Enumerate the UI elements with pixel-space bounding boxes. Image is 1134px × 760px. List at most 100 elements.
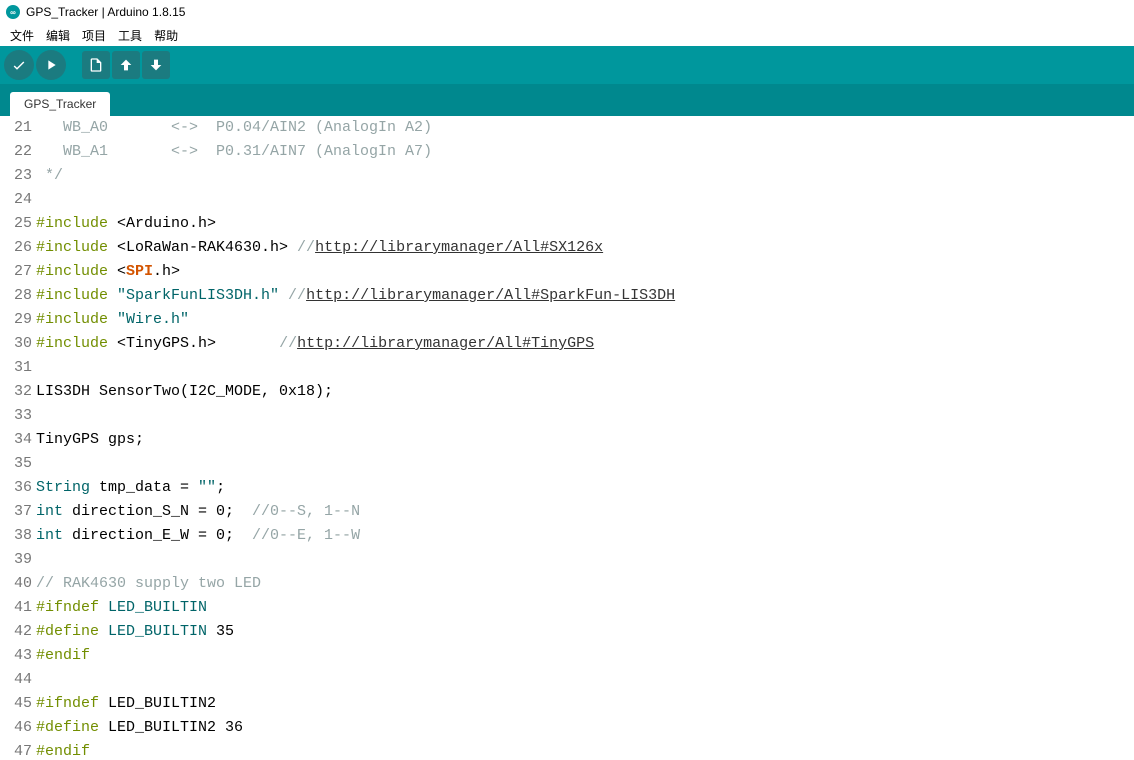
code-text: LIS3DH SensorTwo(I2C_MODE, 0x18); <box>34 380 333 404</box>
code-text: #endif <box>34 644 90 668</box>
code-text <box>34 668 36 692</box>
code-line: 45#ifndef LED_BUILTIN2 <box>0 692 1134 716</box>
code-line: 39 <box>0 548 1134 572</box>
code-text: #define LED_BUILTIN 35 <box>34 620 234 644</box>
line-number: 25 <box>0 212 34 236</box>
code-line: 33 <box>0 404 1134 428</box>
line-number: 39 <box>0 548 34 572</box>
code-line: 38int direction_E_W = 0; //0--E, 1--W <box>0 524 1134 548</box>
line-number: 34 <box>0 428 34 452</box>
menu-file[interactable]: 文件 <box>4 26 40 44</box>
line-number: 30 <box>0 332 34 356</box>
arrow-down-icon <box>148 57 164 73</box>
tab-sketch[interactable]: GPS_Tracker <box>10 92 110 116</box>
code-text <box>34 356 36 380</box>
line-number: 44 <box>0 668 34 692</box>
code-line: 30#include <TinyGPS.h> //http://librarym… <box>0 332 1134 356</box>
code-editor[interactable]: 21 WB_A0 <-> P0.04/AIN2 (AnalogIn A2) 22… <box>0 116 1134 760</box>
line-number: 36 <box>0 476 34 500</box>
code-text: String tmp_data = ""; <box>34 476 225 500</box>
code-line: 22 WB_A1 <-> P0.31/AIN7 (AnalogIn A7) <box>0 140 1134 164</box>
file-icon <box>88 57 104 73</box>
code-text: */ <box>34 164 63 188</box>
code-line: 34TinyGPS gps; <box>0 428 1134 452</box>
line-number: 22 <box>0 140 34 164</box>
line-number: 38 <box>0 524 34 548</box>
line-number: 32 <box>0 380 34 404</box>
line-number: 47 <box>0 740 34 760</box>
code-text: #include <TinyGPS.h> //http://libraryman… <box>34 332 594 356</box>
tabbar: GPS_Tracker <box>0 84 1134 116</box>
code-line: 29#include "Wire.h" <box>0 308 1134 332</box>
save-button[interactable] <box>142 51 170 79</box>
code-line: 26#include <LoRaWan-RAK4630.h> //http://… <box>0 236 1134 260</box>
code-line: 42#define LED_BUILTIN 35 <box>0 620 1134 644</box>
line-number: 33 <box>0 404 34 428</box>
line-number: 26 <box>0 236 34 260</box>
arduino-logo-icon: ∞ <box>6 5 20 19</box>
code-text: #endif <box>34 740 90 760</box>
code-text: #ifndef LED_BUILTIN <box>34 596 207 620</box>
url-link[interactable]: http://librarymanager/All#SX126x <box>315 239 603 256</box>
toolbar <box>0 46 1134 84</box>
code-line: 27#include <SPI.h> <box>0 260 1134 284</box>
line-number: 24 <box>0 188 34 212</box>
line-number: 29 <box>0 308 34 332</box>
code-text <box>34 404 36 428</box>
code-line: 24 <box>0 188 1134 212</box>
menu-project[interactable]: 项目 <box>76 26 112 44</box>
code-line: 46#define LED_BUILTIN2 36 <box>0 716 1134 740</box>
window-title: GPS_Tracker | Arduino 1.8.15 <box>26 5 185 19</box>
line-number: 42 <box>0 620 34 644</box>
arrow-right-icon <box>43 57 59 73</box>
code-text: #include <Arduino.h> <box>34 212 216 236</box>
code-text: int direction_S_N = 0; //0--S, 1--N <box>34 500 360 524</box>
check-icon <box>11 57 27 73</box>
code-line: 25#include <Arduino.h> <box>0 212 1134 236</box>
code-line: 47#endif <box>0 740 1134 760</box>
code-line: 32LIS3DH SensorTwo(I2C_MODE, 0x18); <box>0 380 1134 404</box>
code-text: TinyGPS gps; <box>34 428 144 452</box>
line-number: 37 <box>0 500 34 524</box>
url-link[interactable]: http://librarymanager/All#SparkFun-LIS3D… <box>306 287 675 304</box>
verify-button[interactable] <box>4 50 34 80</box>
code-line: 36String tmp_data = ""; <box>0 476 1134 500</box>
menubar: 文件 编辑 项目 工具 帮助 <box>0 24 1134 46</box>
line-number: 43 <box>0 644 34 668</box>
code-line: 35 <box>0 452 1134 476</box>
line-number: 40 <box>0 572 34 596</box>
line-number: 27 <box>0 260 34 284</box>
line-number: 21 <box>0 116 34 140</box>
titlebar: ∞ GPS_Tracker | Arduino 1.8.15 <box>0 0 1134 24</box>
arrow-up-icon <box>118 57 134 73</box>
code-line: 37int direction_S_N = 0; //0--S, 1--N <box>0 500 1134 524</box>
code-text <box>34 452 36 476</box>
code-text: WB_A0 <-> P0.04/AIN2 (AnalogIn A2) <box>34 116 432 140</box>
line-number: 28 <box>0 284 34 308</box>
code-line: 31 <box>0 356 1134 380</box>
line-number: 35 <box>0 452 34 476</box>
line-number: 41 <box>0 596 34 620</box>
code-line: 28#include "SparkFunLIS3DH.h" //http://l… <box>0 284 1134 308</box>
open-button[interactable] <box>112 51 140 79</box>
line-number: 23 <box>0 164 34 188</box>
code-text: #include <SPI.h> <box>34 260 180 284</box>
code-line: 23 */ <box>0 164 1134 188</box>
menu-tools[interactable]: 工具 <box>112 26 148 44</box>
code-text: #define LED_BUILTIN2 36 <box>34 716 243 740</box>
code-text: WB_A1 <-> P0.31/AIN7 (AnalogIn A7) <box>34 140 432 164</box>
upload-button[interactable] <box>36 50 66 80</box>
code-text <box>34 188 36 212</box>
new-button[interactable] <box>82 51 110 79</box>
code-text: int direction_E_W = 0; //0--E, 1--W <box>34 524 360 548</box>
code-text: #ifndef LED_BUILTIN2 <box>34 692 216 716</box>
line-number: 45 <box>0 692 34 716</box>
line-number: 31 <box>0 356 34 380</box>
code-line: 43#endif <box>0 644 1134 668</box>
menu-help[interactable]: 帮助 <box>148 26 184 44</box>
code-text: #include <LoRaWan-RAK4630.h> //http://li… <box>34 236 603 260</box>
code-line: 44 <box>0 668 1134 692</box>
url-link[interactable]: http://librarymanager/All#TinyGPS <box>297 335 594 352</box>
code-line: 40// RAK4630 supply two LED <box>0 572 1134 596</box>
menu-edit[interactable]: 编辑 <box>40 26 76 44</box>
